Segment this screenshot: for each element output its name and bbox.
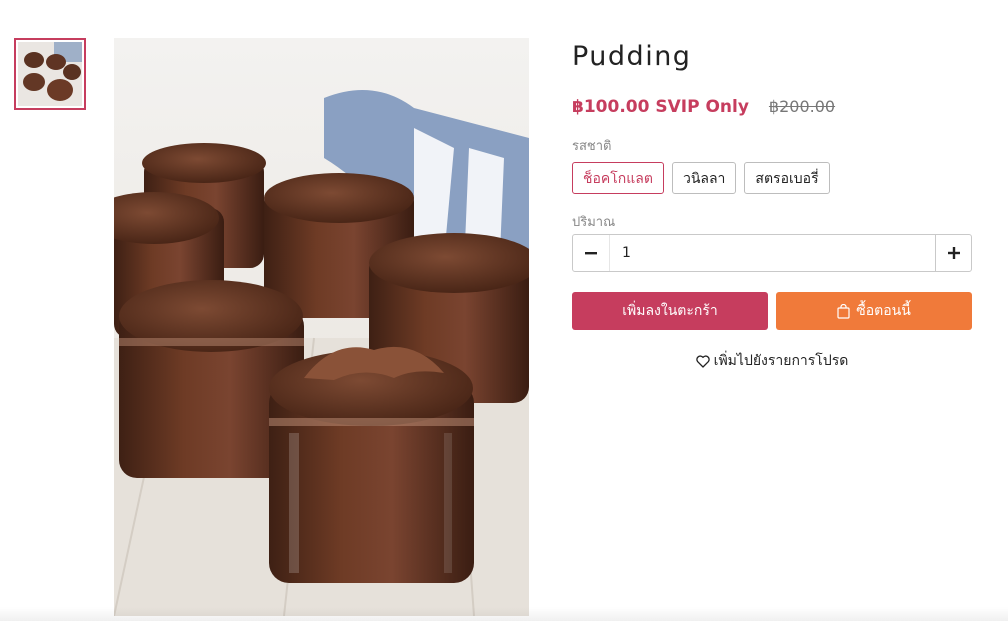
add-to-cart-button[interactable]: เพิ่มลงในตะกร้า: [572, 292, 768, 330]
quantity-label: ปริมาณ: [572, 215, 616, 230]
quantity-decrease-button[interactable]: [573, 235, 609, 271]
add-to-cart-label: เพิ่มลงในตะกร้า: [622, 303, 718, 319]
add-to-wishlist-link[interactable]: เพิ่มไปยังรายการโปรด: [572, 350, 972, 372]
buy-now-label: ซื้อตอนนี้: [856, 303, 911, 319]
product-main-image: [114, 38, 529, 616]
purchase-actions: เพิ่มลงในตะกร้า ซื้อตอนนี้: [572, 292, 972, 330]
flavor-option-vanilla[interactable]: วนิลลา: [671, 162, 737, 194]
heart-icon: [695, 354, 710, 368]
wishlist-label: เพิ่มไปยังรายการโปรด: [713, 353, 849, 369]
price-row: ฿100.00 SVIP Only ฿200.00: [572, 97, 972, 117]
product-old-price: ฿200.00: [768, 97, 836, 116]
page-bottom-shadow: [0, 607, 1008, 621]
plus-icon: [947, 247, 960, 259]
product-thumbnail[interactable]: [14, 38, 86, 110]
buy-now-button[interactable]: ซื้อตอนนี้: [776, 292, 972, 330]
flavor-label: รสชาติ: [572, 139, 612, 154]
flavor-option-strawberry[interactable]: สตรอเบอรี่: [744, 162, 830, 194]
product-info: Pudding ฿100.00 SVIP Only ฿200.00 รสชาติ…: [572, 38, 972, 372]
flavor-option-chocolate[interactable]: ช็อคโกแลต: [572, 162, 664, 194]
flavor-options: ช็อคโกแลต วนิลลา สตรอเบอรี่: [572, 162, 972, 194]
product-price: ฿100.00 SVIP Only: [572, 97, 749, 117]
quantity-input[interactable]: [609, 235, 935, 271]
shopping-bag-icon: [837, 303, 850, 319]
quantity-stepper: [572, 234, 972, 272]
minus-icon: [585, 252, 597, 255]
thumbnail-image: [18, 42, 82, 106]
quantity-increase-button[interactable]: [935, 235, 971, 271]
product-title: Pudding: [572, 41, 692, 72]
